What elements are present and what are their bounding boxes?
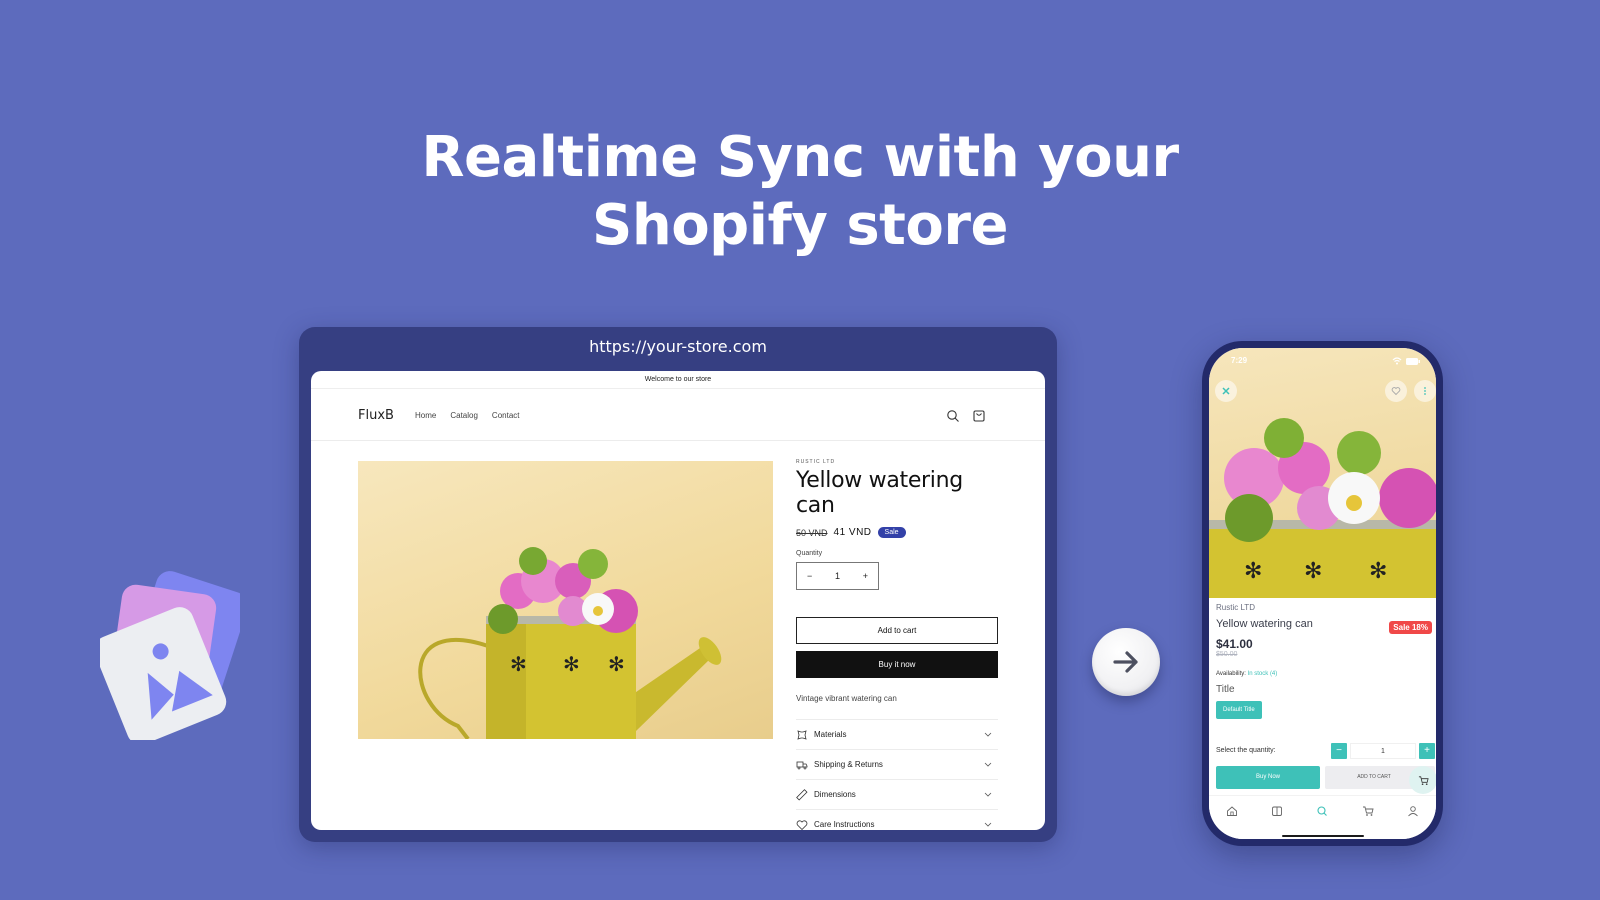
status-bar-icons [1392,357,1420,365]
quantity-increase-button[interactable]: + [863,571,868,581]
phone-add-to-cart-icon-button[interactable] [1409,766,1436,794]
phone-product-image[interactable]: ✻ ✻ ✻ 7:29 [1209,348,1436,598]
buy-now-button[interactable]: Buy it now [796,651,998,678]
chevron-down-icon [984,762,992,767]
image-gallery-icon [94,570,248,745]
leather-icon [797,729,807,740]
phone-compare-price: $50.00 [1216,651,1238,658]
quantity-decrease-button[interactable]: − [807,571,812,581]
sale-price: 41 VND [833,527,872,538]
svg-text:✻: ✻ [1369,558,1387,583]
more-options-button[interactable] [1414,380,1436,402]
cart-icon[interactable] [972,409,986,423]
quantity-value[interactable]: 1 [835,571,840,581]
availability-status: In stock [1247,671,1269,677]
browser-window: https://your-store.com Welcome to our st… [299,327,1057,842]
wishlist-button[interactable] [1385,380,1407,402]
availability-count: (4) [1269,671,1278,677]
phone-quantity-increase[interactable]: + [1419,743,1435,759]
accordion-label: Shipping & Returns [814,760,883,769]
chevron-down-icon [984,732,992,737]
quantity-stepper[interactable]: − 1 + [796,562,879,590]
chevron-down-icon [984,822,992,827]
more-vertical-icon [1424,387,1426,395]
phone-quantity-label: Select the quantity: [1216,747,1276,754]
product-title: Yellow watering can [796,468,963,518]
ruler-icon [796,788,808,801]
catalog-icon[interactable] [1271,805,1283,817]
headline-line-1: Realtime Sync with your [421,125,1179,190]
phone-quantity-decrease[interactable]: − [1331,743,1347,759]
quantity-label: Quantity [796,550,823,557]
home-icon[interactable] [1226,805,1238,817]
accordion-label: Care Instructions [814,820,875,829]
accordion-shipping[interactable]: Shipping & Returns [796,750,998,780]
store-header: FluxB Home Catalog Contact [311,389,1045,441]
status-bar-time: 7:29 [1231,356,1248,365]
availability-label: Availability: [1216,671,1246,677]
product-image[interactable]: ✻ ✻ ✻ [358,461,773,739]
store-page: Welcome to our store FluxB Home Catalog … [311,371,1045,830]
option-chip-default-title[interactable]: Default Title [1216,701,1262,719]
heart-icon [1391,387,1401,396]
headline-line-2: Shopify store [592,193,1009,258]
phone-product-info: Rustic LTD Yellow watering can Sale 18% … [1216,603,1436,794]
accordion-dimensions[interactable]: Dimensions [796,780,998,810]
chevron-down-icon [984,792,992,797]
accordion-materials[interactable]: Materials [796,720,998,750]
svg-text:✻: ✻ [563,654,580,676]
phone-tab-bar [1209,795,1436,839]
phone-mockup: ✻ ✻ ✻ 7:29 Rustic LTD Yellow watering ca… [1202,341,1443,846]
add-to-cart-button[interactable]: Add to cart [796,617,998,644]
wifi-icon [1392,357,1402,365]
product-info: RUSTIC LTD Yellow watering can 50 VND 41… [796,459,998,830]
store-logo[interactable]: FluxB [358,408,394,423]
svg-text:✻: ✻ [1244,558,1262,583]
phone-quantity-row: Select the quantity: − 1 + [1216,743,1435,759]
accordion-label: Materials [814,730,847,739]
phone-sale-badge: Sale 18% [1389,621,1432,634]
price-row: 50 VND 41 VND Sale [796,527,998,538]
phone-vendor: Rustic LTD [1216,603,1255,612]
svg-text:✻: ✻ [608,654,625,676]
announcement-bar: Welcome to our store [311,371,1045,389]
compare-price: 50 VND [796,527,828,538]
nav-contact[interactable]: Contact [492,411,520,420]
product-accordion: Materials Shipping & Returns Dimensions … [796,719,998,830]
nav-catalog[interactable]: Catalog [450,411,478,420]
phone-availability: Availability: In stock (4) [1216,671,1430,677]
option-title: Title [1216,684,1235,695]
product-description: Vintage vibrant watering can [796,694,897,703]
accordion-label: Dimensions [814,790,856,799]
phone-quantity-input[interactable]: 1 [1350,743,1416,759]
phone-actions: Buy Now ADD TO CART [1216,766,1436,794]
profile-icon[interactable] [1407,805,1419,817]
phone-screen: ✻ ✻ ✻ 7:29 Rustic LTD Yellow watering ca… [1209,348,1436,839]
cart-icon[interactable] [1362,805,1374,817]
accordion-care[interactable]: Care Instructions [796,810,998,830]
close-icon [1222,387,1230,395]
phone-price: $41.00 [1216,637,1253,651]
headline: Realtime Sync with your Shopify store [0,124,1600,260]
battery-icon [1406,357,1420,365]
truck-icon [796,761,808,769]
sale-badge: Sale [877,527,906,538]
cart-add-icon [1418,775,1429,785]
browser-url[interactable]: https://your-store.com [299,337,1057,356]
arrow-right-icon [1113,651,1138,673]
close-button[interactable] [1215,380,1237,402]
sync-arrow-button [1092,628,1160,696]
nav-home[interactable]: Home [415,411,436,420]
svg-text:✻: ✻ [1304,558,1322,583]
svg-text:✻: ✻ [510,654,527,676]
home-indicator [1282,835,1364,837]
search-icon[interactable] [1316,805,1328,817]
product-vendor: RUSTIC LTD [796,459,836,465]
phone-buy-now-button[interactable]: Buy Now [1216,766,1320,789]
search-icon[interactable] [946,409,960,423]
store-nav: Home Catalog Contact [415,411,520,420]
heart-icon [796,819,808,830]
